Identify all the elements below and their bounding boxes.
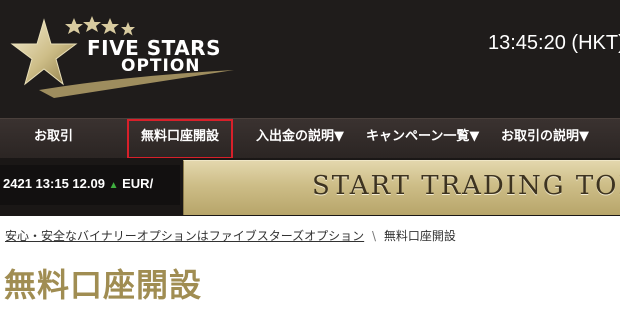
nav-item-campaigns[interactable]: キャンペーン一覧▼ <box>366 119 479 159</box>
server-clock: 13:45:20 (HKT) <box>488 32 620 54</box>
site-header: FIVE STARS OPTION 13:45:20 (HKT) <box>0 0 620 118</box>
main-nav: お取引 無料口座開設 入出金の説明▼ キャンペーン一覧▼ お取引の説明▼ <box>0 118 620 159</box>
ticker-rate: 2421 <box>3 176 32 191</box>
ticker-pair: EUR/ <box>122 176 154 191</box>
breadcrumb-current: 無料口座開設 <box>383 229 456 243</box>
ticker-time: 13:15 <box>35 176 69 191</box>
ticker-text: 2421 13:15 12.09 ▲ EUR/ <box>3 176 153 191</box>
rate-ticker: 2421 13:15 12.09 ▲ EUR/ <box>0 165 180 205</box>
breadcrumb: 安心・安全なバイナリーオプションはファイブスターズオプション \ 無料口座開設 <box>5 227 456 244</box>
start-trading-banner[interactable]: START TRADING TOD <box>183 160 620 215</box>
nav-item-trading-guide[interactable]: お取引の説明▼ <box>501 119 589 159</box>
logo-text-option: OPTION <box>121 56 201 76</box>
breadcrumb-home-link[interactable]: 安心・安全なバイナリーオプションはファイブスターズオプション <box>5 229 364 243</box>
nav-item-trade[interactable]: お取引 <box>34 119 73 159</box>
breadcrumb-separator: \ <box>372 229 377 243</box>
nav-item-deposit-withdraw[interactable]: 入出金の説明▼ <box>256 119 344 159</box>
banner-text: START TRADING TOD <box>312 171 620 201</box>
up-arrow-icon: ▲ <box>108 180 119 191</box>
nav-item-open-account[interactable]: 無料口座開設 <box>127 119 234 159</box>
ticker-price: 12.09 <box>72 176 105 191</box>
site-logo[interactable]: FIVE STARS OPTION <box>4 6 244 106</box>
page-title: 無料口座開設 <box>4 266 203 304</box>
